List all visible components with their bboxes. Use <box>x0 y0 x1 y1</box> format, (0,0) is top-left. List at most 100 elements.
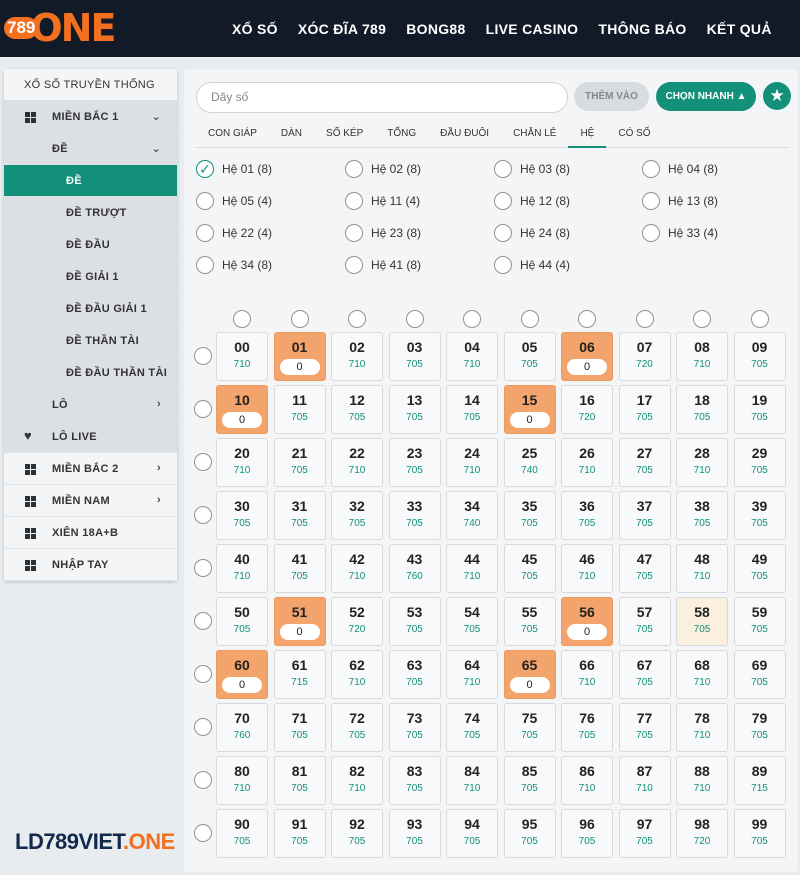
number-cell-95[interactable]: 95 705 <box>503 809 556 858</box>
nav-link-4[interactable]: THÔNG BÁO <box>598 21 686 37</box>
radio-icon[interactable] <box>642 160 660 178</box>
number-cell-39[interactable]: 39 705 <box>733 491 786 540</box>
number-cell-52[interactable]: 52 720 <box>331 597 383 646</box>
column-radio-0[interactable] <box>233 310 251 328</box>
number-cell-84[interactable]: 84 710 <box>446 756 498 805</box>
number-cell-81[interactable]: 81 705 <box>273 756 326 805</box>
column-radio-8[interactable] <box>693 310 711 328</box>
number-cell-38[interactable]: 38 705 <box>676 491 728 540</box>
number-cell-86[interactable]: 86 710 <box>561 756 613 805</box>
number-cell-27[interactable]: 27 705 <box>618 438 671 487</box>
number-cell-76[interactable]: 76 705 <box>561 703 613 752</box>
he-option-8[interactable]: Hệ 22 (4) <box>196 224 272 242</box>
he-option-9[interactable]: Hệ 23 (8) <box>345 224 421 242</box>
number-cell-22[interactable]: 22 710 <box>331 438 383 487</box>
number-cell-31[interactable]: 31 705 <box>273 491 326 540</box>
number-cell-61[interactable]: 61 715 <box>273 650 326 699</box>
number-cell-28[interactable]: 28 710 <box>676 438 728 487</box>
number-cell-74[interactable]: 74 705 <box>446 703 498 752</box>
number-cell-18[interactable]: 18 705 <box>676 385 728 434</box>
row-radio-5[interactable] <box>194 612 212 630</box>
stake-input[interactable]: 0 <box>567 359 607 375</box>
number-cell-79[interactable]: 79 705 <box>733 703 786 752</box>
radio-icon[interactable] <box>345 160 363 178</box>
star-icon[interactable]: ★ <box>763 82 791 110</box>
add-button[interactable]: THÊM VÀO <box>574 82 649 111</box>
sidebar-item-15[interactable]: NHẬP TAY <box>4 549 177 581</box>
number-cell-56[interactable]: 56 0 <box>561 597 613 646</box>
number-cell-21[interactable]: 21 705 <box>273 438 326 487</box>
he-option-5[interactable]: Hệ 11 (4) <box>345 192 420 210</box>
number-cell-67[interactable]: 67 705 <box>618 650 671 699</box>
number-cell-83[interactable]: 83 705 <box>388 756 441 805</box>
radio-icon[interactable] <box>642 224 660 242</box>
row-radio-0[interactable] <box>194 347 212 365</box>
number-cell-97[interactable]: 97 705 <box>618 809 671 858</box>
number-cell-35[interactable]: 35 705 <box>503 491 556 540</box>
number-cell-63[interactable]: 63 705 <box>388 650 441 699</box>
sidebar-item-2[interactable]: ĐỀ ⌄ <box>4 133 177 165</box>
number-cell-94[interactable]: 94 705 <box>446 809 498 858</box>
number-cell-10[interactable]: 10 0 <box>216 385 268 434</box>
number-cell-69[interactable]: 69 705 <box>733 650 786 699</box>
number-cell-44[interactable]: 44 710 <box>446 544 498 593</box>
he-option-1[interactable]: Hệ 02 (8) <box>345 160 421 178</box>
radio-icon[interactable] <box>345 224 363 242</box>
tab-4[interactable]: ĐẦU ĐUÔI <box>428 122 501 148</box>
he-option-2[interactable]: Hệ 03 (8) <box>494 160 570 178</box>
radio-icon[interactable] <box>345 256 363 274</box>
sidebar-item-11[interactable]: ♥ LÔ LIVE <box>4 421 177 453</box>
stake-input[interactable]: 0 <box>279 359 320 375</box>
column-radio-7[interactable] <box>635 310 654 328</box>
number-cell-91[interactable]: 91 705 <box>273 809 326 858</box>
logo[interactable]: 789 ONE <box>4 8 116 48</box>
number-cell-80[interactable]: 80 710 <box>216 756 268 805</box>
number-cell-53[interactable]: 53 705 <box>388 597 441 646</box>
number-cell-07[interactable]: 07 720 <box>618 332 671 381</box>
row-radio-6[interactable] <box>194 665 212 683</box>
row-radio-3[interactable] <box>194 506 212 524</box>
sidebar-item-7[interactable]: ĐỀ ĐẦU GIẢI 1 <box>4 293 177 325</box>
sidebar-item-9[interactable]: ĐỀ ĐẦU THẦN TÀI <box>4 357 177 389</box>
radio-icon[interactable] <box>494 224 512 242</box>
number-cell-41[interactable]: 41 705 <box>273 544 326 593</box>
number-cell-92[interactable]: 92 705 <box>331 809 383 858</box>
number-cell-02[interactable]: 02 710 <box>331 332 383 381</box>
number-cell-25[interactable]: 25 740 <box>503 438 556 487</box>
number-cell-20[interactable]: 20 710 <box>216 438 268 487</box>
number-cell-30[interactable]: 30 705 <box>216 491 268 540</box>
quick-select-button[interactable]: CHỌN NHANH ▲ <box>656 82 756 111</box>
sidebar-item-6[interactable]: ĐỀ GIẢI 1 <box>4 261 177 293</box>
stake-input[interactable]: 0 <box>222 677 262 693</box>
number-cell-49[interactable]: 49 705 <box>733 544 786 593</box>
sidebar-item-0[interactable]: XỔ SỐ TRUYỀN THỐNG <box>4 69 177 101</box>
he-option-4[interactable]: Hệ 05 (4) <box>196 192 272 210</box>
column-radio-4[interactable] <box>463 310 481 328</box>
number-cell-70[interactable]: 70 760 <box>216 703 268 752</box>
he-option-0[interactable]: ✓ Hệ 01 (8) <box>196 160 272 178</box>
tab-3[interactable]: TỔNG <box>375 122 428 148</box>
number-cell-45[interactable]: 45 705 <box>503 544 556 593</box>
number-cell-15[interactable]: 15 0 <box>503 385 556 434</box>
nav-link-3[interactable]: LIVE CASINO <box>486 21 579 37</box>
tab-5[interactable]: CHẴN LẺ <box>501 122 568 148</box>
sidebar-item-10[interactable]: LÔ › <box>4 389 177 421</box>
he-option-14[interactable]: Hệ 44 (4) <box>494 256 570 274</box>
number-cell-17[interactable]: 17 705 <box>618 385 671 434</box>
radio-icon[interactable] <box>494 192 512 210</box>
column-radio-1[interactable] <box>290 310 309 328</box>
he-option-7[interactable]: Hệ 13 (8) <box>642 192 718 210</box>
number-cell-62[interactable]: 62 710 <box>331 650 383 699</box>
he-option-3[interactable]: Hệ 04 (8) <box>642 160 718 178</box>
he-option-12[interactable]: Hệ 34 (8) <box>196 256 272 274</box>
number-cell-50[interactable]: 50 705 <box>216 597 268 646</box>
stake-input[interactable]: 0 <box>279 624 320 640</box>
he-option-11[interactable]: Hệ 33 (4) <box>642 224 718 242</box>
number-cell-13[interactable]: 13 705 <box>388 385 441 434</box>
sidebar-item-12[interactable]: MIỀN BẮC 2 › <box>4 453 177 485</box>
number-cell-54[interactable]: 54 705 <box>446 597 498 646</box>
number-cell-75[interactable]: 75 705 <box>503 703 556 752</box>
number-cell-85[interactable]: 85 705 <box>503 756 556 805</box>
he-option-6[interactable]: Hệ 12 (8) <box>494 192 570 210</box>
number-cell-42[interactable]: 42 710 <box>331 544 383 593</box>
